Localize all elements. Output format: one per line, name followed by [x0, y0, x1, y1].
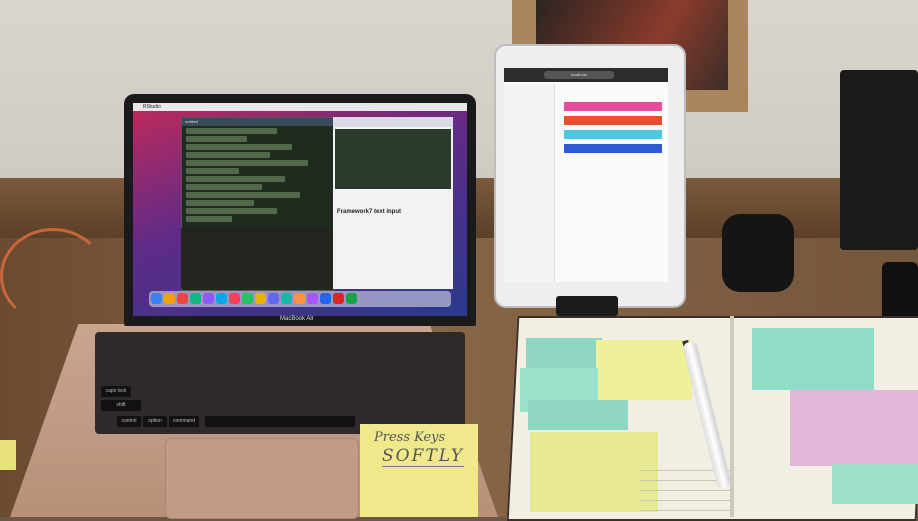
tablet-sidebar [504, 84, 555, 282]
laptop-model-label: MacBook Air [280, 316, 314, 322]
sticky-note-softly: Press Keys SOFTLY [360, 424, 478, 517]
browser-toolbar: localhost [504, 68, 668, 82]
lamp-base [722, 214, 794, 292]
sticky-note-line2: SOFTLY [382, 446, 465, 467]
ruled-line [640, 500, 730, 501]
notebook-sticky-note [530, 432, 658, 512]
dock-app-icon[interactable] [333, 293, 344, 304]
dock-app-icon[interactable] [216, 293, 227, 304]
dock-app-icon[interactable] [268, 293, 279, 304]
option-key[interactable]: option [143, 416, 167, 427]
address-bar[interactable]: localhost [544, 71, 614, 79]
laptop-screen: RStudio untitled Framework7 text input [133, 103, 467, 316]
notebook-sticky-note [752, 328, 874, 390]
help-panel[interactable]: Framework7 text input [333, 117, 453, 289]
console-panel[interactable] [181, 228, 333, 288]
dock-app-icon[interactable] [229, 293, 240, 304]
keyboard[interactable]: caps lock shift control option command [95, 332, 465, 434]
editor-tab[interactable]: untitled [182, 118, 334, 126]
charging-cable [0, 228, 106, 324]
menubar-app-name: RStudio [143, 104, 161, 110]
command-key[interactable]: command [169, 416, 199, 427]
notebook-spine [730, 316, 734, 517]
tablet-color-bar [564, 102, 662, 111]
space-bar[interactable] [205, 416, 355, 427]
dock-app-icon[interactable] [307, 293, 318, 304]
dock-app-icon[interactable] [242, 293, 253, 304]
dock-app-icon[interactable] [203, 293, 214, 304]
dock-app-icon[interactable] [151, 293, 162, 304]
dock-app-icon[interactable] [281, 293, 292, 304]
tablet-screen[interactable]: localhost [504, 68, 668, 282]
ruled-line [640, 510, 730, 511]
notebook-sticky-note [596, 340, 692, 400]
help-heading: Framework7 text input [337, 209, 402, 215]
dock-app-icon[interactable] [294, 293, 305, 304]
ruled-line [640, 490, 730, 491]
trackpad[interactable] [165, 438, 359, 519]
sticky-note-edge [0, 440, 16, 470]
dock-app-icon[interactable] [255, 293, 266, 304]
notebook-sticky-note [832, 464, 918, 504]
tablet-color-bar [564, 116, 662, 125]
caps-lock-key[interactable]: caps lock [101, 386, 131, 397]
dock[interactable] [149, 291, 451, 307]
dock-app-icon[interactable] [190, 293, 201, 304]
control-key[interactable]: control [117, 416, 141, 427]
dock-app-icon[interactable] [164, 293, 175, 304]
notebook-sticky-note [790, 390, 918, 466]
tablet-color-bar [564, 144, 662, 153]
dock-app-icon[interactable] [320, 293, 331, 304]
menu-bar: RStudio [133, 103, 467, 111]
notebook-sticky-note [528, 400, 628, 430]
sticky-note-line1: Press Keys [374, 430, 446, 445]
speaker [840, 70, 918, 250]
dock-app-icon[interactable] [346, 293, 357, 304]
dock-app-icon[interactable] [177, 293, 188, 304]
tablet-stand [556, 296, 618, 316]
shift-key[interactable]: shift [101, 400, 141, 411]
tablet-color-bar [564, 130, 662, 139]
